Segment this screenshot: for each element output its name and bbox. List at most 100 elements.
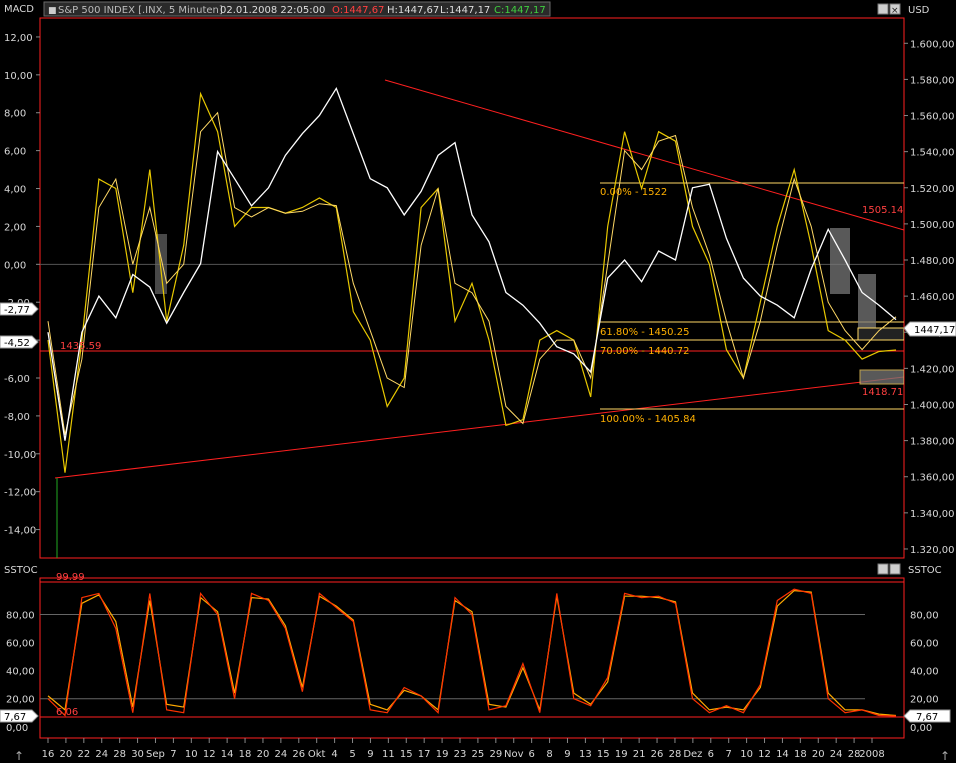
close-button-sstoc[interactable] — [889, 563, 901, 575]
time-tick-label: 15 — [597, 749, 610, 760]
time-tick-label: 29 — [489, 749, 502, 760]
level-label-1505: 1505.14 — [862, 205, 903, 216]
header-high: H:1447,67 — [387, 5, 439, 16]
time-tick-label: 20 — [812, 749, 825, 760]
price-tick-label: 1.340,00 — [910, 509, 955, 520]
sstoc-badge-left: 7,67 — [0, 709, 39, 723]
macd-tick-label: 8,00 — [4, 109, 26, 120]
time-tick-label: 12 — [203, 749, 216, 760]
price-tick-label: 1.400,00 — [910, 400, 955, 411]
level-label-1418: 1418.71 — [862, 387, 903, 398]
pane-buttons-bottom[interactable] — [877, 563, 901, 575]
price-tick-label: 1.360,00 — [910, 473, 955, 484]
time-tick-label: 9 — [367, 749, 373, 760]
macd-tick-label: 0,00 — [4, 260, 26, 271]
pane-label-sstoc: SSTOC — [4, 565, 38, 576]
scroll-up-arrow-left[interactable]: ↑ — [14, 749, 24, 763]
macd-tick-label: -8,00 — [4, 412, 30, 423]
time-tick-label: 26 — [651, 749, 664, 760]
sstoc-tick-label: 0,00 — [6, 723, 28, 734]
stoc-low-label: 6.06 — [56, 707, 78, 718]
time-tick-label: 15 — [400, 749, 413, 760]
time-tick-label: 21 — [633, 749, 646, 760]
sstoc-right-tick-label: 80,00 — [910, 610, 939, 621]
price-badge-text: 1447,17 — [914, 325, 955, 336]
price-tick-label: 1.480,00 — [910, 256, 955, 267]
time-tick-label: 24 — [95, 749, 108, 760]
price-tick-label: 1.320,00 — [910, 545, 955, 556]
macd-badge-1-text: -2,77 — [4, 305, 30, 316]
time-tick-label: 23 — [454, 749, 467, 760]
restore-button-sstoc[interactable] — [877, 563, 889, 575]
header-low: L:1447,17 — [440, 5, 490, 16]
time-tick-label: Dez — [683, 749, 702, 760]
price-axis: 1.600,00 1.580,00 1.560,00 1.540,00 1.520,00… — [904, 39, 955, 556]
time-tick-label: 14 — [776, 749, 789, 760]
price-tick-label: 1.460,00 — [910, 292, 955, 303]
time-tick-label: 18 — [794, 749, 807, 760]
time-tick-label: 2008 — [859, 749, 884, 760]
sstoc-tick-label: 20,00 — [6, 695, 35, 706]
time-tick-label: 19 — [615, 749, 628, 760]
time-tick-label: 28 — [113, 749, 126, 760]
sstoc-badge-right-text: 7,67 — [916, 712, 938, 723]
time-tick-label: 8 — [546, 749, 552, 760]
price-pane — [39, 17, 905, 559]
time-tick-label: 25 — [472, 749, 485, 760]
macd-tick-label: -12,00 — [4, 488, 36, 499]
time-tick-label: 30 — [131, 749, 144, 760]
time-tick-label: 22 — [77, 749, 90, 760]
header-close: C:1447,17 — [494, 5, 546, 16]
time-tick-label: 12 — [758, 749, 771, 760]
pane-buttons-top[interactable]: × — [877, 3, 901, 16]
price-tick-label: 1.580,00 — [910, 75, 955, 86]
restore-button[interactable] — [877, 3, 889, 15]
fib-label-0: 0.00% - 1522 — [600, 187, 667, 198]
sstoc-badge-left-text: 7,67 — [4, 712, 26, 723]
time-tick-label: Okt — [308, 749, 326, 760]
macd-tick-label: 10,00 — [4, 71, 33, 82]
pane-label-macd: MACD — [4, 4, 34, 15]
time-tick-label: Nov — [504, 749, 524, 760]
header-datetime: 02.01.2008 22:05:00 — [220, 5, 325, 16]
macd-tick-label: 12,00 — [4, 33, 33, 44]
price-tick-label: 1.500,00 — [910, 220, 955, 231]
fib-label-61: 61.80% - 1450.25 — [600, 327, 689, 338]
time-tick-label: 14 — [221, 749, 234, 760]
macd-badge-2-text: -4,52 — [4, 338, 30, 349]
sstoc-tick-label: 40,00 — [6, 667, 35, 678]
header-open: O:1447,67 — [332, 5, 384, 16]
time-tick-label: 24 — [830, 749, 843, 760]
macd-tick-label: 2,00 — [4, 222, 26, 233]
sstoc-pane — [39, 577, 905, 739]
time-tick-label: 7 — [170, 749, 176, 760]
sstoc-tick-label: 80,00 — [6, 610, 35, 621]
zone-box-5 — [857, 327, 904, 341]
time-tick-label: 4 — [331, 749, 337, 760]
chart-title: S&P 500 INDEX [.INX, 5 Minuten] — [58, 5, 223, 16]
close-icon: × — [891, 6, 899, 16]
time-tick-label: 9 — [564, 749, 570, 760]
time-axis: 16 20 22 24 28 30 Sep 7 10 12 14 18 20 24 26 Okt 4 5 9 11 15… — [42, 738, 885, 760]
macd-tick-label: 6,00 — [4, 147, 26, 158]
scroll-up-arrow-right[interactable]: ↑ — [940, 749, 950, 763]
macd-badge-2: -4,52 — [0, 335, 39, 349]
stoc-high-label: 99.99 — [56, 572, 85, 583]
time-tick-label: 17 — [418, 749, 431, 760]
macd-badge-1: -2,77 — [0, 302, 39, 316]
sstoc-tick-label: 60,00 — [6, 639, 35, 650]
price-tick-label: 1.520,00 — [910, 184, 955, 195]
time-tick-label: 18 — [239, 749, 252, 760]
time-tick-label: 10 — [740, 749, 753, 760]
sstoc-right-tick-label: 0,00 — [910, 723, 932, 734]
title-icon: ■ — [48, 6, 57, 16]
price-tick-label: 1.420,00 — [910, 364, 955, 375]
time-tick-label: 16 — [42, 749, 55, 760]
price-badge: 1447,17 — [903, 321, 956, 337]
time-tick-label: 10 — [185, 749, 198, 760]
price-tick-label: 1.560,00 — [910, 112, 955, 123]
time-tick-label: 11 — [382, 749, 395, 760]
time-tick-label: 20 — [257, 749, 270, 760]
chart-window: 12,0010,008,006,004,002,000,00-2,00-4,00… — [0, 1, 956, 763]
time-tick-label: 26 — [292, 749, 305, 760]
